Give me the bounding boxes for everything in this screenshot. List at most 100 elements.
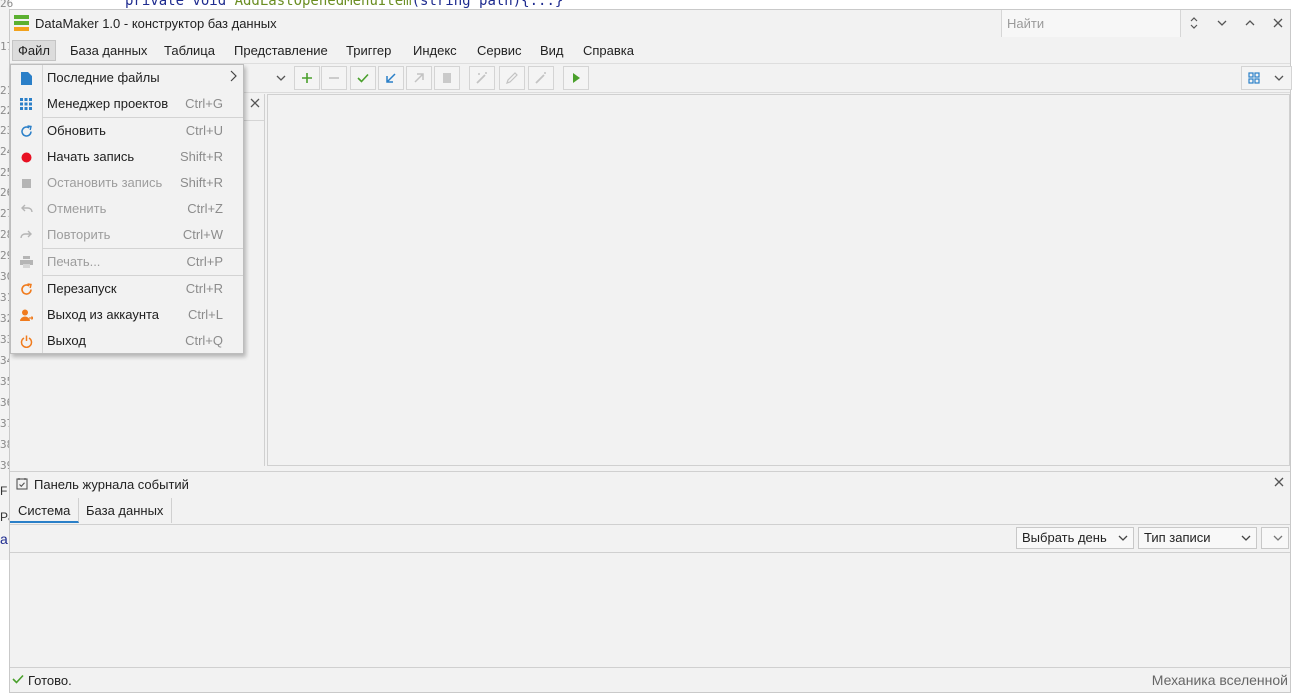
menu-item-logout[interactable]: Выход из аккаунта Ctrl+L <box>11 302 243 328</box>
chevron-down-icon <box>1273 535 1283 541</box>
search-input[interactable] <box>1002 10 1169 37</box>
log-options-dropdown[interactable] <box>1261 527 1289 549</box>
magic-wand-button[interactable] <box>469 66 495 90</box>
add-button[interactable] <box>294 66 320 90</box>
record-type-select[interactable]: Тип записи <box>1138 527 1257 549</box>
wand-icon <box>476 72 487 84</box>
menu-item-label: Отменить <box>47 201 107 216</box>
play-icon <box>573 73 580 83</box>
log-tabs: Система База данных <box>10 498 1290 525</box>
day-select[interactable]: Выбрать день <box>1016 527 1134 549</box>
print-icon <box>19 255 33 269</box>
tab-database[interactable]: База данных <box>78 498 173 523</box>
menu-bar: Файл База данных Таблица Представление Т… <box>10 37 1290 64</box>
wand-icon <box>535 72 546 84</box>
close-icon[interactable] <box>1274 477 1284 487</box>
export-button[interactable] <box>406 66 432 90</box>
clear-button[interactable] <box>434 66 460 90</box>
status-text: Готово. <box>28 673 72 688</box>
menu-item-project-manager[interactable]: Менеджер проектов Ctrl+G <box>11 91 243 117</box>
menu-item-shortcut: Ctrl+Z <box>187 201 223 216</box>
menu-item-recent-files[interactable]: Последние файлы <box>11 65 243 91</box>
title-bar: DataMaker 1.0 - конструктор баз данных <box>10 10 1290 38</box>
edit-button[interactable] <box>499 66 525 90</box>
redo-icon <box>19 228 33 242</box>
chevron-down-icon <box>276 75 286 81</box>
grid-icon <box>19 97 33 111</box>
menu-file[interactable]: Файл <box>12 40 56 61</box>
maximize-button[interactable] <box>1238 12 1262 34</box>
power-icon <box>19 334 33 348</box>
remove-button[interactable] <box>321 66 347 90</box>
menu-item-label: Повторить <box>47 227 111 242</box>
menu-item-redo[interactable]: Повторить Ctrl+W <box>11 222 243 248</box>
chevron-down-icon <box>1217 20 1227 26</box>
menu-item-shortcut: Ctrl+R <box>185 281 223 296</box>
import-button[interactable] <box>378 66 404 90</box>
arrow-down-left-icon <box>386 73 396 83</box>
tab-system[interactable]: Система <box>10 498 80 523</box>
workspace-area[interactable] <box>267 94 1290 466</box>
grid-icon <box>1248 72 1260 84</box>
run-button[interactable] <box>563 66 589 90</box>
background-side-label: a <box>0 531 8 547</box>
menu-item-label: Начать запись <box>47 149 135 164</box>
menu-item-undo[interactable]: Отменить Ctrl+Z <box>11 196 243 222</box>
chevron-up-icon <box>1245 20 1255 26</box>
restart-icon <box>19 282 33 296</box>
pencil-icon <box>506 72 518 84</box>
background-code-line: private void AddLastOpenedMenuItem(strin… <box>125 0 563 9</box>
logout-icon <box>19 308 33 322</box>
refresh-icon <box>19 124 33 138</box>
log-filter-bar: Выбрать день Тип записи <box>10 524 1290 553</box>
code-keyword: private void <box>125 0 235 9</box>
restore-layout-button[interactable] <box>1182 12 1206 34</box>
menu-index[interactable]: Индекс <box>408 41 462 60</box>
menu-vid[interactable]: Вид <box>535 41 569 60</box>
arrow-up-right-icon <box>414 73 424 83</box>
menu-item-refresh[interactable]: Обновить Ctrl+U <box>11 118 243 144</box>
close-icon[interactable] <box>250 98 260 108</box>
menu-trigger[interactable]: Триггер <box>341 41 396 60</box>
menu-item-exit[interactable]: Выход Ctrl+Q <box>11 328 243 354</box>
close-button[interactable] <box>1266 12 1290 34</box>
minimize-button[interactable] <box>1210 12 1234 34</box>
clipboard-icon <box>443 73 451 83</box>
record-icon <box>19 150 33 164</box>
expand-collapse-icon <box>1190 17 1198 29</box>
menu-item-label: Обновить <box>47 123 106 138</box>
status-bar: Готово. Механика вселенной <box>10 667 1290 692</box>
log-panel-title: Панель журнала событий <box>34 477 189 492</box>
menu-item-stop-recording[interactable]: Остановить запись Shift+R <box>11 170 243 196</box>
app-logo-icon <box>14 15 29 31</box>
code-args: (string path){...} <box>411 0 564 9</box>
apply-button[interactable] <box>350 66 376 90</box>
undo-icon <box>19 202 33 216</box>
layout-dropdown-button[interactable] <box>1266 66 1292 90</box>
record-type-value: Тип записи <box>1144 530 1211 545</box>
menu-item-label: Остановить запись <box>47 175 163 190</box>
chevron-right-icon <box>230 70 237 85</box>
menu-item-print[interactable]: Печать... Ctrl+P <box>11 249 243 275</box>
day-select-value: Выбрать день <box>1022 530 1107 545</box>
stop-icon <box>19 176 33 190</box>
menu-view[interactable]: Представление <box>229 41 333 60</box>
auto-fix-button[interactable] <box>528 66 554 90</box>
menu-item-shortcut: Ctrl+U <box>185 123 223 138</box>
chevron-down-icon <box>1274 75 1283 81</box>
toolbar-combo-dropdown[interactable] <box>268 66 294 90</box>
menu-item-label: Менеджер проектов <box>47 96 169 111</box>
calendar-check-icon <box>16 478 28 490</box>
layout-button[interactable] <box>1241 66 1267 90</box>
menu-item-shortcut: Shift+R <box>180 149 223 164</box>
menu-item-restart[interactable]: Перезапуск Ctrl+R <box>11 276 243 302</box>
log-panel-header: Панель журнала событий <box>10 472 1290 496</box>
check-icon <box>357 73 369 83</box>
menu-database[interactable]: База данных <box>65 41 152 60</box>
menu-service[interactable]: Сервис <box>472 41 527 60</box>
menu-help[interactable]: Справка <box>578 41 639 60</box>
search-box[interactable] <box>1001 10 1181 37</box>
menu-item-shortcut: Ctrl+L <box>187 307 223 322</box>
menu-table[interactable]: Таблица <box>159 41 220 60</box>
menu-item-start-recording[interactable]: Начать запись Shift+R <box>11 144 243 170</box>
